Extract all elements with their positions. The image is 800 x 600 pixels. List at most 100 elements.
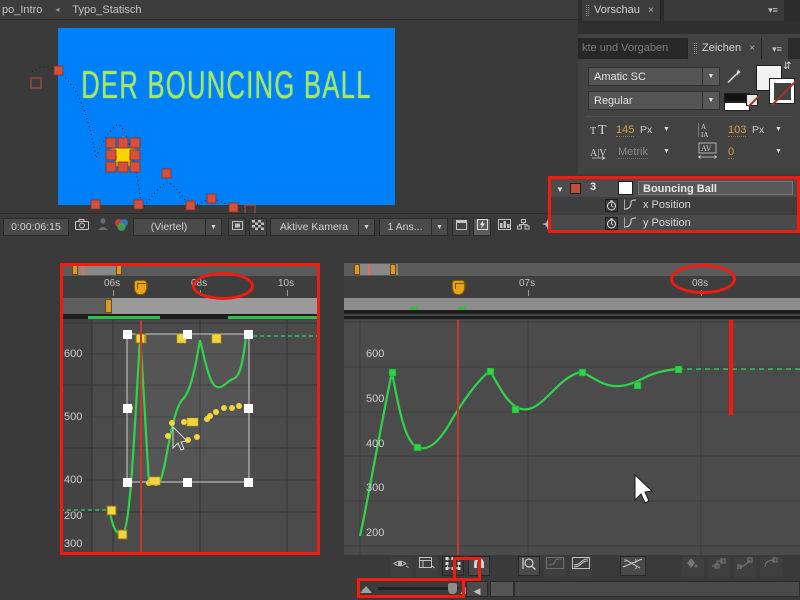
left-playhead-marker[interactable] [134,280,147,295]
character-panel[interactable]: kte und Vorgaben Zeichen × ▾≡ Amatic SC … [578,34,800,174]
bezier-keyframe-icon[interactable] [734,557,756,577]
layer-name[interactable]: Bouncing Ball [638,181,793,195]
current-timecode[interactable]: 0:00:06:15 [3,218,69,236]
swap-colors-icon[interactable]: ⇵ [783,61,791,72]
navigator-left-handle[interactable] [105,299,112,313]
tab-zeichen[interactable]: Zeichen × [690,38,762,59]
auto-zoom-icon[interactable] [518,556,540,576]
zoom-slider-track[interactable] [378,587,458,590]
chevron-down-icon[interactable]: ▼ [702,92,719,109]
stopwatch-icon[interactable] [605,217,618,230]
panel-menu-icon[interactable]: ▾≡ [770,43,784,55]
easy-ease-icon[interactable] [760,557,782,577]
timeline-scrollbar-track[interactable] [514,581,800,597]
chevron-down-icon[interactable]: ▼ [663,126,670,133]
tab-vorschau[interactable]: Vorschau × [582,0,661,21]
property-row-y-position[interactable]: y Position [548,215,800,233]
kerning-value[interactable]: Metrik [618,146,648,159]
close-icon[interactable]: × [749,43,755,54]
close-icon[interactable]: × [648,5,654,16]
toggle-masks-icon[interactable] [452,218,470,236]
channels-icon[interactable] [112,218,131,236]
chevron-down-icon[interactable]: ▼ [775,126,782,133]
tab-typo-statisch[interactable]: Typo_Statisch [62,0,151,20]
views-dropdown[interactable]: 1 Ans... ▼ [379,218,448,236]
right-playhead-marker[interactable] [452,280,465,295]
work-area-start-handle[interactable] [72,264,78,275]
right-graph-editor[interactable]: 07s 08s [344,263,800,555]
tracking-value[interactable]: 0 [728,146,734,159]
stopwatch-icon[interactable] [605,199,618,212]
font-family-field[interactable]: Amatic SC ▼ [588,67,720,86]
curve-icon[interactable] [624,199,637,214]
work-area-start-handle[interactable] [354,264,360,275]
timeline-scroll-thumb[interactable] [490,581,514,597]
left-time-ruler[interactable]: 06s 08s 10s [60,276,320,298]
flowchart-icon[interactable] [514,218,533,236]
leading-value[interactable]: 103 [728,124,746,137]
timeline-icon[interactable] [495,218,514,236]
stroke-color-swatch[interactable] [769,78,795,104]
chevron-down-icon[interactable]: ▼ [205,219,221,235]
panel-menu-icon[interactable]: ▾≡ [766,4,780,16]
layer-property-list[interactable]: ▼ 3 Bouncing Ball x Position y Position [548,176,800,233]
resolution-dropdown[interactable]: (Viertel) ▼ [133,218,222,236]
left-graph-editor[interactable]: 06s 08s 10s [60,263,320,555]
no-fill-swatch[interactable] [746,94,758,106]
left-work-area-bar[interactable] [60,263,320,276]
layer-color-swatch[interactable] [570,183,581,194]
camera-view-dropdown[interactable]: Aktive Kamera ▼ [270,218,375,236]
expand-triangle-icon[interactable]: ▼ [556,185,564,194]
fast-preview-icon[interactable] [473,218,491,236]
tab-typo-intro[interactable]: po_Intro [0,0,52,20]
eye-icon[interactable] [390,557,412,577]
separate-dimensions-icon[interactable]: xyz [620,556,646,576]
right-time-ruler[interactable]: 07s 08s [344,276,800,298]
chevron-down-icon[interactable]: ▼ [358,219,374,235]
layer-row-bouncing-ball[interactable]: ▼ 3 Bouncing Ball [548,179,800,197]
left-zoom-navigator[interactable] [60,298,320,314]
right-plot-area[interactable]: 600 500 400 300 200 [344,320,800,555]
property-row-x-position[interactable]: x Position [548,197,800,215]
prev-frame-button[interactable]: ◀ [466,581,488,597]
tab-effekte-und-vorgaben[interactable]: kte und Vorgaben [578,38,688,59]
left-plot-area[interactable]: 600 500 400 300 [60,320,320,555]
chevron-down-icon[interactable]: ▼ [775,148,782,155]
hold-keyframe-icon[interactable] [708,557,730,577]
choose-graph-type-icon[interactable] [416,557,438,577]
composition-tab-bar[interactable]: po_Intro ◂ Typo_Statisch [0,0,578,20]
fit-all-icon[interactable] [570,557,592,577]
graph-zoom-slider[interactable] [360,581,480,595]
right-work-area-bar[interactable] [344,263,800,276]
curve-icon[interactable] [624,217,637,232]
time-indicator-mini [82,264,84,275]
person-icon[interactable] [93,218,112,236]
preview-panel[interactable]: Vorschau × ▾≡ [578,0,800,34]
font-size-value[interactable]: 145 [616,124,634,137]
navigator-visible-span[interactable] [112,298,320,314]
keyframe-diamond-icon[interactable] [682,557,704,577]
work-area-end-handle[interactable] [390,264,396,275]
composition-toolbar[interactable]: 0:00:06:15 (Viertel) ▼ Aktive Kamera ▼ [0,213,578,239]
graph-editor-toolbar[interactable]: xyz ◀ [344,555,800,600]
chevron-down-icon[interactable]: ▼ [702,68,719,85]
zoom-slider-knob[interactable] [448,583,457,594]
show-transform-box-icon[interactable] [442,556,464,576]
tab-nav-arrow-icon[interactable]: ◂ [52,0,62,20]
eyedropper-icon[interactable] [726,68,742,87]
svg-text:A|V: A|V [590,148,607,159]
chevron-down-icon[interactable]: ▼ [431,219,447,235]
chevron-down-icon[interactable]: ▼ [663,148,670,155]
region-of-interest-icon[interactable] [228,218,246,236]
zoom-out-icon[interactable] [360,586,372,593]
left-ytick-200: 200 [64,510,82,522]
layer-label-swatch[interactable] [618,181,633,195]
fit-selection-icon[interactable] [544,557,566,577]
work-area-span[interactable] [72,264,122,275]
transparency-grid-icon[interactable] [249,218,267,236]
work-area-end-handle[interactable] [116,264,122,275]
font-style-field[interactable]: Regular ▼ [588,91,720,110]
camera-icon[interactable] [72,218,91,236]
composition-viewer[interactable]: DER BOUNCING BALL [0,20,578,213]
snap-magnet-icon[interactable] [468,556,490,576]
